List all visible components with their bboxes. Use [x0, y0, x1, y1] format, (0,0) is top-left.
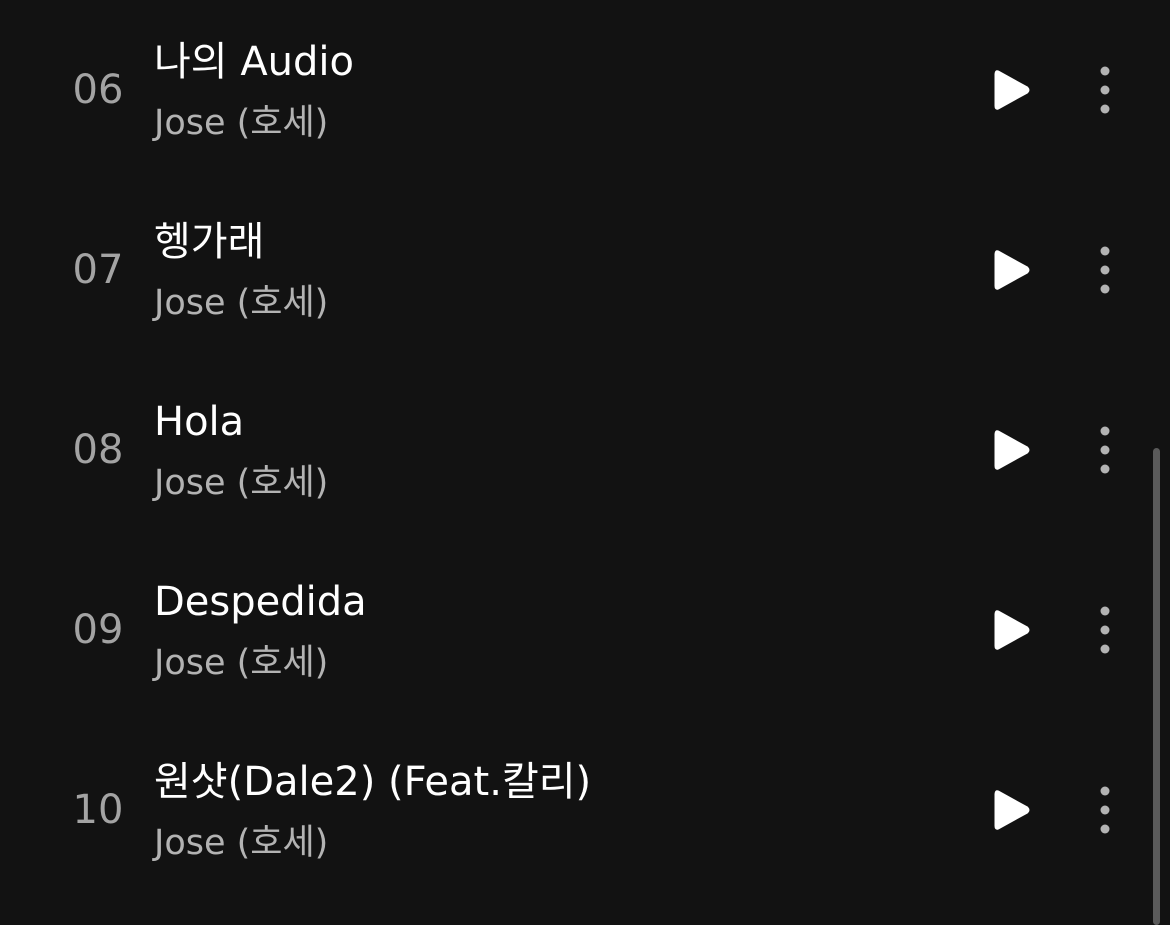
track-row[interactable]: 08 Hola Jose (호세) [0, 360, 1150, 540]
play-icon [994, 248, 1030, 292]
track-artist: Jose (호세) [154, 463, 329, 503]
play-icon [994, 788, 1030, 832]
play-icon [994, 428, 1030, 472]
track-artist: Jose (호세) [154, 103, 329, 143]
more-options-button[interactable] [1080, 418, 1130, 482]
play-button[interactable] [978, 238, 1046, 302]
more-options-button[interactable] [1080, 238, 1130, 302]
more-vertical-icon [1099, 246, 1111, 294]
track-number: 06 [72, 67, 124, 113]
play-button[interactable] [978, 778, 1046, 842]
track-artist: Jose (호세) [154, 643, 329, 683]
play-button[interactable] [978, 418, 1046, 482]
track-number: 09 [72, 607, 124, 653]
track-title: 나의 Audio [154, 39, 355, 85]
more-options-button[interactable] [1080, 58, 1130, 122]
track-title: Hola [154, 399, 245, 445]
track-artist: Jose (호세) [154, 823, 329, 863]
scrollbar-thumb[interactable] [1153, 448, 1160, 925]
track-number: 07 [72, 247, 124, 293]
track-title: 헹가래 [154, 219, 265, 265]
track-title: 원샷(Dale2) (Feat.칼리) [154, 759, 592, 805]
track-list: 06 나의 Audio Jose (호세) 07 헹가래 Jose (호세) 0… [0, 0, 1170, 925]
play-icon [994, 608, 1030, 652]
track-artist: Jose (호세) [154, 283, 329, 323]
more-vertical-icon [1099, 606, 1111, 654]
track-row[interactable]: 09 Despedida Jose (호세) [0, 540, 1150, 720]
track-row[interactable]: 07 헹가래 Jose (호세) [0, 180, 1150, 360]
more-options-button[interactable] [1080, 598, 1130, 662]
track-row[interactable]: 06 나의 Audio Jose (호세) [0, 0, 1150, 180]
play-button[interactable] [978, 598, 1046, 662]
track-number: 08 [72, 427, 124, 473]
more-vertical-icon [1099, 66, 1111, 114]
more-vertical-icon [1099, 426, 1111, 474]
track-number: 10 [72, 787, 124, 833]
play-icon [994, 68, 1030, 112]
track-title: Despedida [154, 579, 367, 625]
more-options-button[interactable] [1080, 778, 1130, 842]
play-button[interactable] [978, 58, 1046, 122]
more-vertical-icon [1099, 786, 1111, 834]
track-row[interactable]: 10 원샷(Dale2) (Feat.칼리) Jose (호세) [0, 720, 1150, 900]
